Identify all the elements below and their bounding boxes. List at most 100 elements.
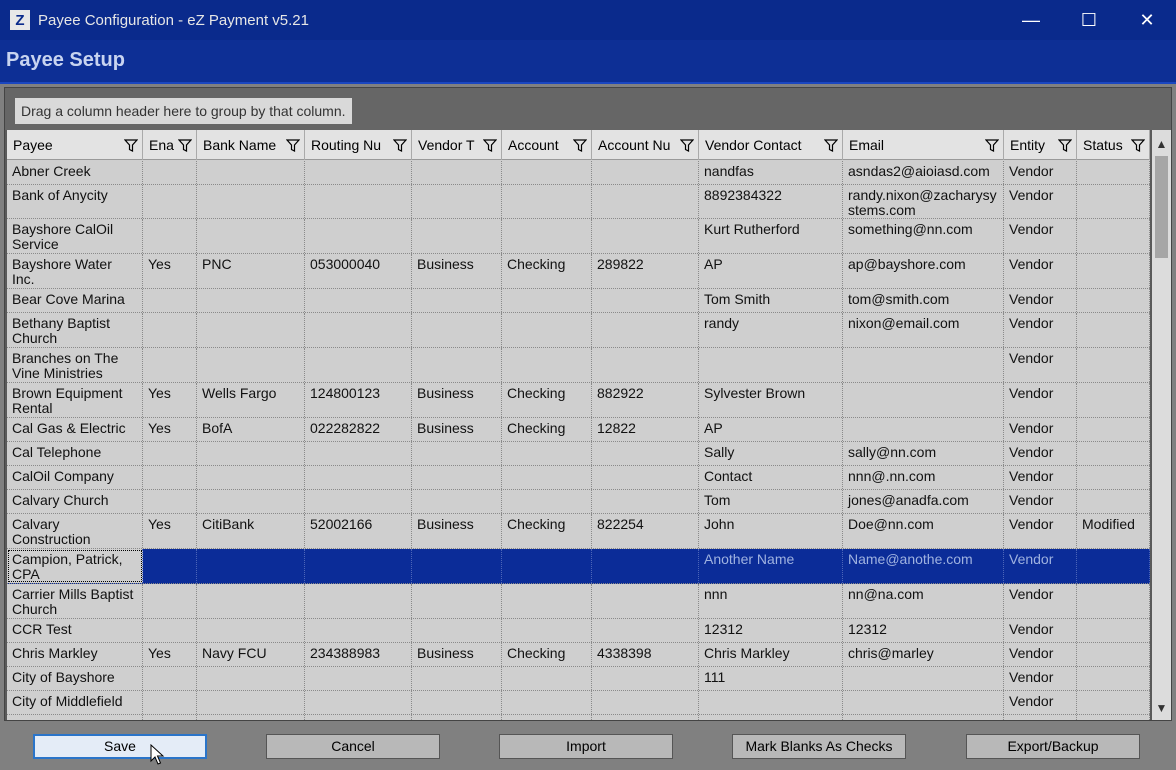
column-header-account-number[interactable]: Account Nu xyxy=(592,130,699,160)
cell-routing-number[interactable]: 234388983 xyxy=(305,643,412,666)
cell-routing-number[interactable] xyxy=(305,289,412,312)
filter-icon[interactable] xyxy=(1131,139,1145,152)
cell-vendor-type[interactable] xyxy=(412,348,502,382)
maximize-button[interactable]: ☐ xyxy=(1060,0,1118,40)
cell-account[interactable]: Checking xyxy=(502,383,592,417)
close-button[interactable]: ✕ xyxy=(1118,0,1176,40)
cell-email[interactable]: Doe@nn.com xyxy=(843,514,1004,548)
cell-enabled[interactable] xyxy=(143,715,197,720)
column-header-status[interactable]: Status xyxy=(1077,130,1150,160)
cell-routing-number[interactable] xyxy=(305,442,412,465)
cell-account-number[interactable] xyxy=(592,584,699,618)
table-row[interactable]: Branches on The Vine Ministries Vendor xyxy=(7,348,1150,383)
cell-vendor-type[interactable] xyxy=(412,185,502,218)
cell-bank-name[interactable] xyxy=(197,466,305,489)
cell-status[interactable] xyxy=(1077,490,1150,513)
cell-account[interactable] xyxy=(502,619,592,642)
filter-icon[interactable] xyxy=(573,139,587,152)
cell-bank-name[interactable] xyxy=(197,442,305,465)
cell-status[interactable] xyxy=(1077,289,1150,312)
cell-account[interactable] xyxy=(502,348,592,382)
column-header-bank-name[interactable]: Bank Name xyxy=(197,130,305,160)
cell-vendor-contact[interactable]: Another Name xyxy=(699,549,843,583)
cell-routing-number[interactable] xyxy=(305,584,412,618)
cell-entity[interactable]: Vendor xyxy=(1004,643,1077,666)
cell-account-number[interactable] xyxy=(592,442,699,465)
cell-email[interactable]: chris@marley xyxy=(843,643,1004,666)
payee-grid[interactable]: Payee Ena Bank Name Routing Nu Vendor T Accou… xyxy=(7,130,1150,720)
cell-account-number[interactable] xyxy=(592,619,699,642)
cell-routing-number[interactable] xyxy=(305,313,412,347)
cell-entity[interactable]: Vendor xyxy=(1004,418,1077,441)
filter-icon[interactable] xyxy=(680,139,694,152)
cell-account-number[interactable] xyxy=(592,185,699,218)
cell-status[interactable] xyxy=(1077,549,1150,583)
cell-vendor-contact[interactable]: Tom Smith xyxy=(699,289,843,312)
cell-account[interactable] xyxy=(502,161,592,184)
cell-enabled[interactable]: Yes xyxy=(143,514,197,548)
cell-account[interactable] xyxy=(502,667,592,690)
cell-enabled[interactable] xyxy=(143,584,197,618)
cell-email[interactable]: Name@anothe.com xyxy=(843,549,1004,583)
cell-routing-number[interactable] xyxy=(305,619,412,642)
cell-vendor-contact[interactable]: Contact xyxy=(699,466,843,489)
cell-account[interactable] xyxy=(502,715,592,720)
cell-vendor-type[interactable] xyxy=(412,691,502,714)
cell-routing-number[interactable] xyxy=(305,715,412,720)
cell-email[interactable]: jones@anadfa.com xyxy=(843,490,1004,513)
cell-routing-number[interactable] xyxy=(305,219,412,253)
cell-vendor-contact[interactable]: 8892384322 xyxy=(699,185,843,218)
cell-vendor-type[interactable] xyxy=(412,161,502,184)
vertical-scrollbar[interactable]: ▲ ▼ xyxy=(1152,130,1171,720)
cell-entity[interactable]: Vendor xyxy=(1004,490,1077,513)
cell-enabled[interactable]: Yes xyxy=(143,418,197,441)
cell-account-number[interactable] xyxy=(592,348,699,382)
cell-entity[interactable]: Vendor xyxy=(1004,219,1077,253)
cell-bank-name[interactable] xyxy=(197,549,305,583)
cell-account-number[interactable]: 289822 xyxy=(592,254,699,288)
cell-enabled[interactable] xyxy=(143,161,197,184)
cell-email[interactable] xyxy=(843,715,1004,720)
cell-email[interactable]: 12312 xyxy=(843,619,1004,642)
cell-vendor-contact[interactable]: randy xyxy=(699,313,843,347)
cell-entity[interactable]: Vendor xyxy=(1004,466,1077,489)
cell-vendor-type[interactable] xyxy=(412,219,502,253)
cell-status[interactable] xyxy=(1077,667,1150,690)
cell-email[interactable] xyxy=(843,667,1004,690)
cell-status[interactable] xyxy=(1077,383,1150,417)
cell-account[interactable] xyxy=(502,219,592,253)
table-row[interactable]: Brown Equipment Rental Yes Wells Fargo 1248… xyxy=(7,383,1150,418)
cell-payee[interactable]: Branches on The Vine Ministries xyxy=(7,348,143,382)
cell-entity[interactable]: Vendor xyxy=(1004,691,1077,714)
cell-enabled[interactable] xyxy=(143,490,197,513)
cell-enabled[interactable] xyxy=(143,549,197,583)
table-row[interactable]: Abner Creek nandfas asndas2@aioiasd.com Ven… xyxy=(7,161,1150,185)
cell-routing-number[interactable] xyxy=(305,667,412,690)
cell-routing-number[interactable] xyxy=(305,161,412,184)
cell-account-number[interactable] xyxy=(592,466,699,489)
cell-vendor-contact[interactable]: nandfas xyxy=(699,161,843,184)
cell-routing-number[interactable]: 022282822 xyxy=(305,418,412,441)
cell-account[interactable]: Checking xyxy=(502,643,592,666)
cell-bank-name[interactable] xyxy=(197,161,305,184)
cell-email[interactable]: tom@smith.com xyxy=(843,289,1004,312)
cell-payee[interactable]: Brown Equipment Rental xyxy=(7,383,143,417)
cell-email[interactable]: ap@bayshore.com xyxy=(843,254,1004,288)
cell-entity[interactable]: Vendor xyxy=(1004,313,1077,347)
cell-payee[interactable]: Campion, Patrick, CPA xyxy=(7,549,143,583)
cell-account[interactable] xyxy=(502,691,592,714)
cell-email[interactable]: nixon@email.com xyxy=(843,313,1004,347)
filter-icon[interactable] xyxy=(178,139,192,152)
cell-account[interactable]: Checking xyxy=(502,514,592,548)
export-backup-button[interactable]: Export/Backup xyxy=(966,734,1140,759)
cell-email[interactable]: randy.nixon@zacharysy stems.com xyxy=(843,185,1004,218)
table-row[interactable]: Bear Cove Marina Tom Smith tom@smith.com Ve… xyxy=(7,289,1150,313)
table-row[interactable]: CalOil Company Contact nnn@.nn.com Vendor xyxy=(7,466,1150,490)
cell-account-number[interactable] xyxy=(592,667,699,690)
cell-enabled[interactable] xyxy=(143,667,197,690)
cell-vendor-contact[interactable]: Sylvester Brown xyxy=(699,383,843,417)
cell-payee[interactable]: Cal Gas & Electric xyxy=(7,418,143,441)
cell-status[interactable] xyxy=(1077,643,1150,666)
column-header-enabled[interactable]: Ena xyxy=(143,130,197,160)
table-row[interactable]: Bank of Anycity 8892384322 randy.nixon@zac… xyxy=(7,185,1150,219)
